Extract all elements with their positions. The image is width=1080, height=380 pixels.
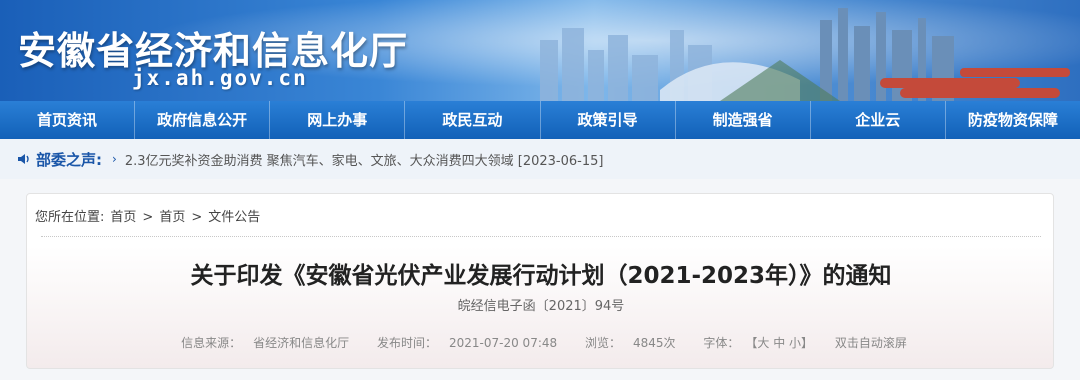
meta-time-label: 发布时间：: [376, 336, 437, 350]
meta-source-label: 信息来源：: [181, 336, 242, 350]
breadcrumb-announcements[interactable]: 文件公告: [208, 210, 260, 225]
main-nav: 首页资讯 政府信息公开 网上办事 政民互动 政策引导 制造强省 企业云 防疫物资…: [0, 101, 1080, 139]
nav-item-enterprise-cloud[interactable]: 企业云: [811, 101, 946, 139]
autoscroll-toggle[interactable]: 双击自动滚屏: [835, 336, 907, 350]
article-meta: 信息来源： 省经济和信息化厅 发布时间： 2021-07-20 07:48 浏览： 4…: [27, 334, 1055, 351]
font-size-selector[interactable]: 【大 中 小】: [751, 336, 813, 350]
article-title: 关于印发《安徽省光伏产业发展行动计划（2021-2023年）》的通知: [190, 263, 892, 289]
nav-item-online-service[interactable]: 网上办事: [270, 101, 406, 139]
notice-bar: 部委之声: › 2.3亿元奖补资金助消费 聚焦汽车、家电、文旅、大众消费四大领域…: [0, 139, 1080, 179]
article-doc-number: 皖经信电子函〔2021〕94号: [457, 299, 625, 314]
speaker-icon: [18, 154, 29, 164]
breadcrumb-separator: >: [191, 210, 203, 225]
notice-arrow-icon: ›: [112, 152, 117, 166]
nav-item-interaction[interactable]: 政民互动: [405, 101, 541, 139]
meta-time: 2021-07-20 07:48: [449, 336, 558, 350]
divider: [41, 236, 1041, 237]
site-banner: 安徽省经济和信息化厅 jx.ah.gov.cn: [0, 0, 1080, 101]
meta-source: 省经济和信息化厅: [253, 336, 350, 350]
nav-item-home-news[interactable]: 首页资讯: [0, 101, 136, 139]
breadcrumb-home-2[interactable]: 首页: [159, 210, 185, 225]
meta-font-label: 字体：: [703, 336, 740, 350]
breadcrumb-prefix: 您所在位置:: [35, 210, 105, 225]
breadcrumb-home-1[interactable]: 首页: [110, 210, 136, 225]
content-area: 您所在位置: 首页 > 首页 > 文件公告 关于印发《安徽省光伏产业发展行动计划（2021…: [0, 179, 1080, 380]
breadcrumb: 您所在位置: 首页 > 首页 > 文件公告: [35, 206, 266, 225]
nav-item-epidemic-supplies[interactable]: 防疫物资保障: [946, 101, 1080, 139]
meta-views: 4845次: [632, 336, 676, 350]
nav-item-manufacturing[interactable]: 制造强省: [676, 101, 811, 139]
notice-label: 部委之声:: [36, 150, 102, 169]
site-domain: jx.ah.gov.cn: [132, 66, 308, 90]
article-card: 您所在位置: 首页 > 首页 > 文件公告 关于印发《安徽省光伏产业发展行动计划（2021…: [26, 193, 1054, 369]
nav-item-gov-info[interactable]: 政府信息公开: [135, 101, 271, 139]
city-skyline-image: [540, 8, 1070, 101]
meta-views-label: 浏览：: [584, 336, 621, 350]
breadcrumb-separator: >: [142, 210, 154, 225]
nav-item-policy[interactable]: 政策引导: [541, 101, 676, 139]
notice-link[interactable]: 2.3亿元奖补资金助消费 聚焦汽车、家电、文旅、大众消费四大领域 [2023-0…: [125, 150, 604, 169]
